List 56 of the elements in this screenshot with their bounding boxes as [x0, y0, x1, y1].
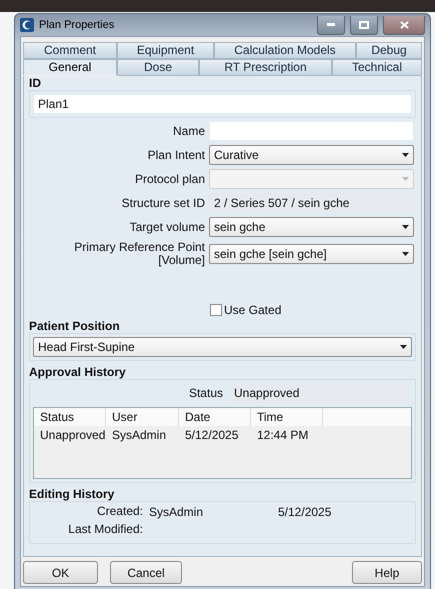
date-text: 5/12/2025	[278, 505, 332, 519]
tab[interactable]: General	[23, 59, 117, 75]
dropdown[interactable]: sein gche [sein gche]	[209, 244, 414, 264]
group-title: Patient Position	[29, 319, 121, 333]
user-name: SysAdmin	[149, 505, 204, 519]
help-button[interactable]: Help	[352, 561, 422, 584]
table-cell-text: Unapproved	[39, 428, 106, 442]
tab[interactable]: Comment	[23, 42, 117, 59]
table-cell-text: 5/12/2025	[184, 428, 240, 442]
tab[interactable]: Calculation Models	[214, 42, 356, 59]
table-cell-text: SysAdmin	[111, 428, 168, 442]
minimize-button[interactable]	[317, 16, 345, 34]
tab[interactable]: Technical	[332, 59, 422, 76]
dropdown[interactable]: Head First-Supine	[33, 337, 412, 357]
field-label: Name	[172, 124, 205, 138]
text-field[interactable]: Plan1	[33, 94, 412, 114]
table-cell-text: 12:44 PM	[256, 428, 310, 442]
tab[interactable]: Debug	[356, 42, 422, 59]
dropdown-arrow-icon[interactable]	[402, 225, 409, 229]
dropdown[interactable]: Curative	[209, 145, 414, 165]
tab[interactable]: Equipment	[117, 42, 214, 59]
dropdown-arrow-icon[interactable]	[402, 252, 409, 256]
read-only-field: Unapproved	[229, 383, 412, 403]
minimize-icon	[327, 23, 335, 26]
window-title: Plan Properties	[39, 19, 116, 31]
checkbox-label: Use Gated	[224, 303, 282, 317]
dropdown[interactable]: sein gche	[209, 217, 414, 237]
field-label: Status	[188, 386, 223, 400]
field-label: Created:	[96, 505, 143, 519]
group-title: ID	[29, 76, 42, 90]
dropdown-arrow-icon[interactable]	[400, 345, 407, 349]
field-label: Target volume	[128, 220, 205, 234]
maximize-button[interactable]	[350, 16, 378, 34]
close-icon	[400, 20, 408, 28]
dialog-button[interactable]: OK	[23, 561, 98, 584]
field-label: Protocol plan	[134, 172, 205, 186]
group-title: Approval History	[29, 365, 127, 379]
tab[interactable]: RT Prescription	[199, 59, 332, 76]
column-header[interactable]: User	[106, 408, 179, 426]
column-header[interactable]: Time	[251, 408, 323, 426]
field-label: Last Modified:	[67, 523, 143, 536]
field-label: Structure set ID	[120, 196, 205, 210]
close-button[interactable]	[383, 16, 425, 34]
tab[interactable]: Dose	[117, 59, 199, 76]
read-only-field: 2 / Series 507 / sein gche	[209, 193, 414, 213]
column-header[interactable]: Date	[179, 408, 251, 426]
app-icon	[20, 18, 34, 32]
text-field[interactable]	[209, 121, 414, 141]
dialog-button[interactable]: Cancel	[110, 561, 182, 584]
column-header[interactable]: Status	[34, 408, 106, 426]
group-title: Editing History	[29, 487, 116, 501]
checkbox[interactable]	[210, 304, 222, 316]
dropdown-arrow-icon[interactable]	[402, 153, 409, 157]
maximize-icon	[359, 20, 369, 28]
field-label: Plan Intent	[146, 148, 205, 162]
field-label: Primary Reference Point [Volume]	[73, 241, 205, 267]
